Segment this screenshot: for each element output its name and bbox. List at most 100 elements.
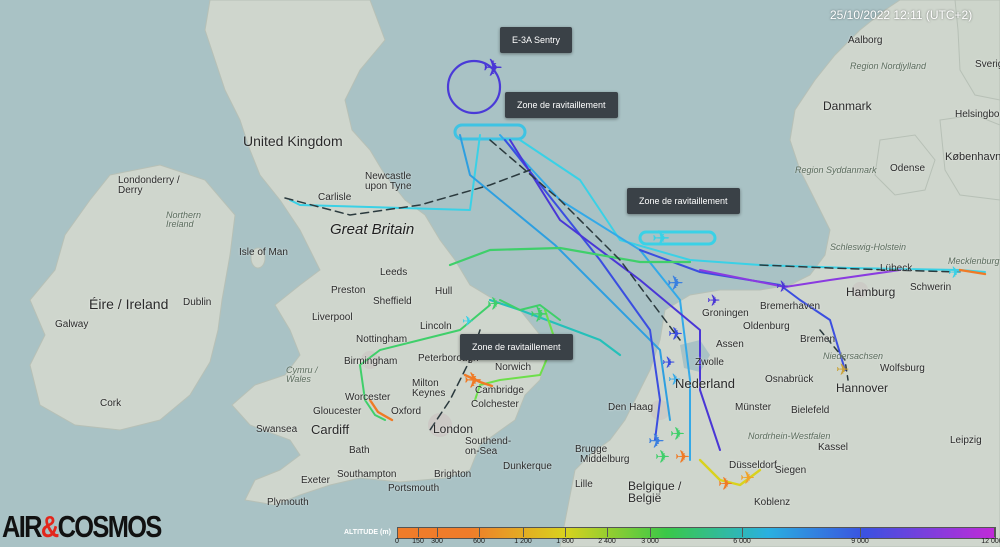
label-oxford: Oxford <box>391 406 422 417</box>
label-carlisle: Carlisle <box>318 192 352 203</box>
callout-refuel-zone-3[interactable]: Zone de ravitaillement <box>460 334 573 360</box>
legend-tick <box>860 527 861 537</box>
legend-tick-label: 1 200 <box>514 538 532 545</box>
air-cosmos-logo: AIR&COSMOS <box>2 509 162 544</box>
label-leeds: Leeds <box>380 267 408 278</box>
label-wolfsburg: Wolfsburg <box>880 363 925 374</box>
label-niedersachsen: Niedersachsen <box>823 351 884 361</box>
svg-text:✈: ✈ <box>675 447 690 468</box>
legend-tick-label: 3 000 <box>641 538 659 545</box>
label-united-kingdom: United Kingdom <box>243 133 343 149</box>
legend-label: ALTITUDE (m) <box>344 529 391 536</box>
legend-tick-label: 2 400 <box>598 538 616 545</box>
svg-text:✈: ✈ <box>670 424 685 445</box>
svg-text:✈: ✈ <box>668 324 683 345</box>
label-norwich: Norwich <box>495 362 532 373</box>
label-portsmouth: Portsmouth <box>388 483 440 494</box>
legend-tick <box>994 527 995 537</box>
label-odense: Odense <box>890 163 926 174</box>
label-swansea: Swansea <box>256 424 298 435</box>
label-kassel: Kassel <box>818 442 849 453</box>
timestamp: 25/10/2022 12:11 (UTC+2) <box>830 8 973 22</box>
label-oldenburg: Oldenburg <box>743 321 790 332</box>
label-schleswig: Schleswig-Holstein <box>830 242 907 252</box>
legend-tick <box>742 527 743 537</box>
label-southampton: Southampton <box>337 469 397 480</box>
callout-refuel-zone-2[interactable]: Zone de ravitaillement <box>627 188 740 214</box>
label-preston: Preston <box>331 285 366 296</box>
svg-text:✈: ✈ <box>718 474 733 495</box>
legend-tick-label: 300 <box>431 538 443 545</box>
label-region-nordjylland: Region Nordjylland <box>850 61 927 71</box>
label-groningen: Groningen <box>702 308 749 319</box>
label-dublin: Dublin <box>183 297 212 308</box>
svg-text:✈: ✈ <box>667 271 684 295</box>
legend-tick-label: 12 000+ <box>981 538 1000 545</box>
svg-text:✈: ✈ <box>836 360 849 379</box>
aircraft-e3a: ✈ <box>483 54 503 82</box>
label-newcastle: Newcastle upon Tyne <box>365 171 412 192</box>
label-kobenhavn: København <box>945 151 1000 163</box>
svg-text:✈: ✈ <box>655 447 670 468</box>
label-brugge: Brugge <box>575 444 608 455</box>
svg-text:✈: ✈ <box>530 303 548 328</box>
legend-tick <box>607 527 608 537</box>
label-sheffield: Sheffield <box>373 296 412 307</box>
legend-tick <box>397 527 398 537</box>
label-bremerhaven: Bremerhaven <box>760 301 821 312</box>
label-dusseldorf: Düsseldorf <box>729 460 777 471</box>
legend-tick <box>523 527 524 537</box>
label-nordrhein: Nordrhein-Westfalen <box>748 431 831 441</box>
label-londonderry: Londonderry / Derry <box>118 175 180 196</box>
label-bath: Bath <box>349 445 370 456</box>
label-southend: Southend-on-Sea <box>465 436 512 457</box>
map-basemap: ✈ ✈ ✈ ✈ ✈ ✈ ✈ ✈ ✈ ✈ ✈ ✈ ✈ ✈ ✈ ✈ ✈ ✈ ✈ ✈ <box>0 0 1000 547</box>
label-eire: Éire / Ireland <box>89 296 169 312</box>
legend-tick-label: 600 <box>473 538 485 545</box>
label-lincoln: Lincoln <box>420 321 452 332</box>
legend-tick-label: 9 000 <box>851 538 869 545</box>
label-assen: Assen <box>716 339 744 350</box>
altitude-legend: ALTITUDE (m) 0 150 300 600 1 200 1 800 2 400 3 … <box>340 523 1000 547</box>
label-middelburg: Middelburg <box>580 454 630 465</box>
label-isle-of-man: Isle of Man <box>239 247 288 258</box>
label-liverpool: Liverpool <box>312 312 353 323</box>
label-gloucester: Gloucester <box>313 406 362 417</box>
callout-e3a-sentry[interactable]: E-3A Sentry <box>500 27 573 53</box>
label-den-haag: Den Haag <box>608 402 654 413</box>
legend-tick-label: 1 800 <box>556 538 574 545</box>
legend-tick-label: 150 <box>412 538 424 545</box>
label-belgique: Belgique / België <box>628 479 682 505</box>
label-plymouth: Plymouth <box>267 497 309 508</box>
label-leipzig: Leipzig <box>950 435 982 446</box>
label-nottingham: Nottingham <box>356 334 408 345</box>
flight-tracking-map[interactable]: ✈ ✈ ✈ ✈ ✈ ✈ ✈ ✈ ✈ ✈ ✈ ✈ ✈ ✈ ✈ ✈ ✈ ✈ ✈ ✈ … <box>0 0 1000 547</box>
label-brighton: Brighton <box>434 469 472 480</box>
label-london: London <box>433 422 474 436</box>
label-zwolle: Zwolle <box>695 357 724 368</box>
legend-tick <box>418 527 419 537</box>
label-sverige: Sverige <box>975 59 1000 70</box>
svg-text:✈: ✈ <box>740 468 755 489</box>
legend-tick <box>650 527 651 537</box>
label-munster: Münster <box>735 402 772 413</box>
label-aalborg: Aalborg <box>848 35 883 46</box>
label-region-syddanmark: Region Syddanmark <box>795 165 877 175</box>
label-dunkerque: Dunkerque <box>503 461 552 472</box>
label-cymru: Cymru / Wales <box>286 365 318 384</box>
label-exeter: Exeter <box>301 475 330 486</box>
legend-tick <box>437 527 438 537</box>
callout-refuel-zone-1[interactable]: Zone de ravitaillement <box>505 92 618 118</box>
label-hannover: Hannover <box>836 381 889 395</box>
label-hamburg: Hamburg <box>846 285 896 299</box>
label-lubeck: Lübeck <box>880 263 913 274</box>
label-danmark: Danmark <box>823 99 872 113</box>
label-koblenz: Koblenz <box>754 497 791 508</box>
label-great-britain: Great Britain <box>330 221 415 238</box>
label-worcester: Worcester <box>345 392 391 403</box>
legend-gradient-bar <box>397 527 996 539</box>
label-cardiff: Cardiff <box>311 422 350 437</box>
legend-tick <box>565 527 566 537</box>
label-cambridge: Cambridge <box>475 385 524 396</box>
label-schwerin: Schwerin <box>910 282 952 293</box>
